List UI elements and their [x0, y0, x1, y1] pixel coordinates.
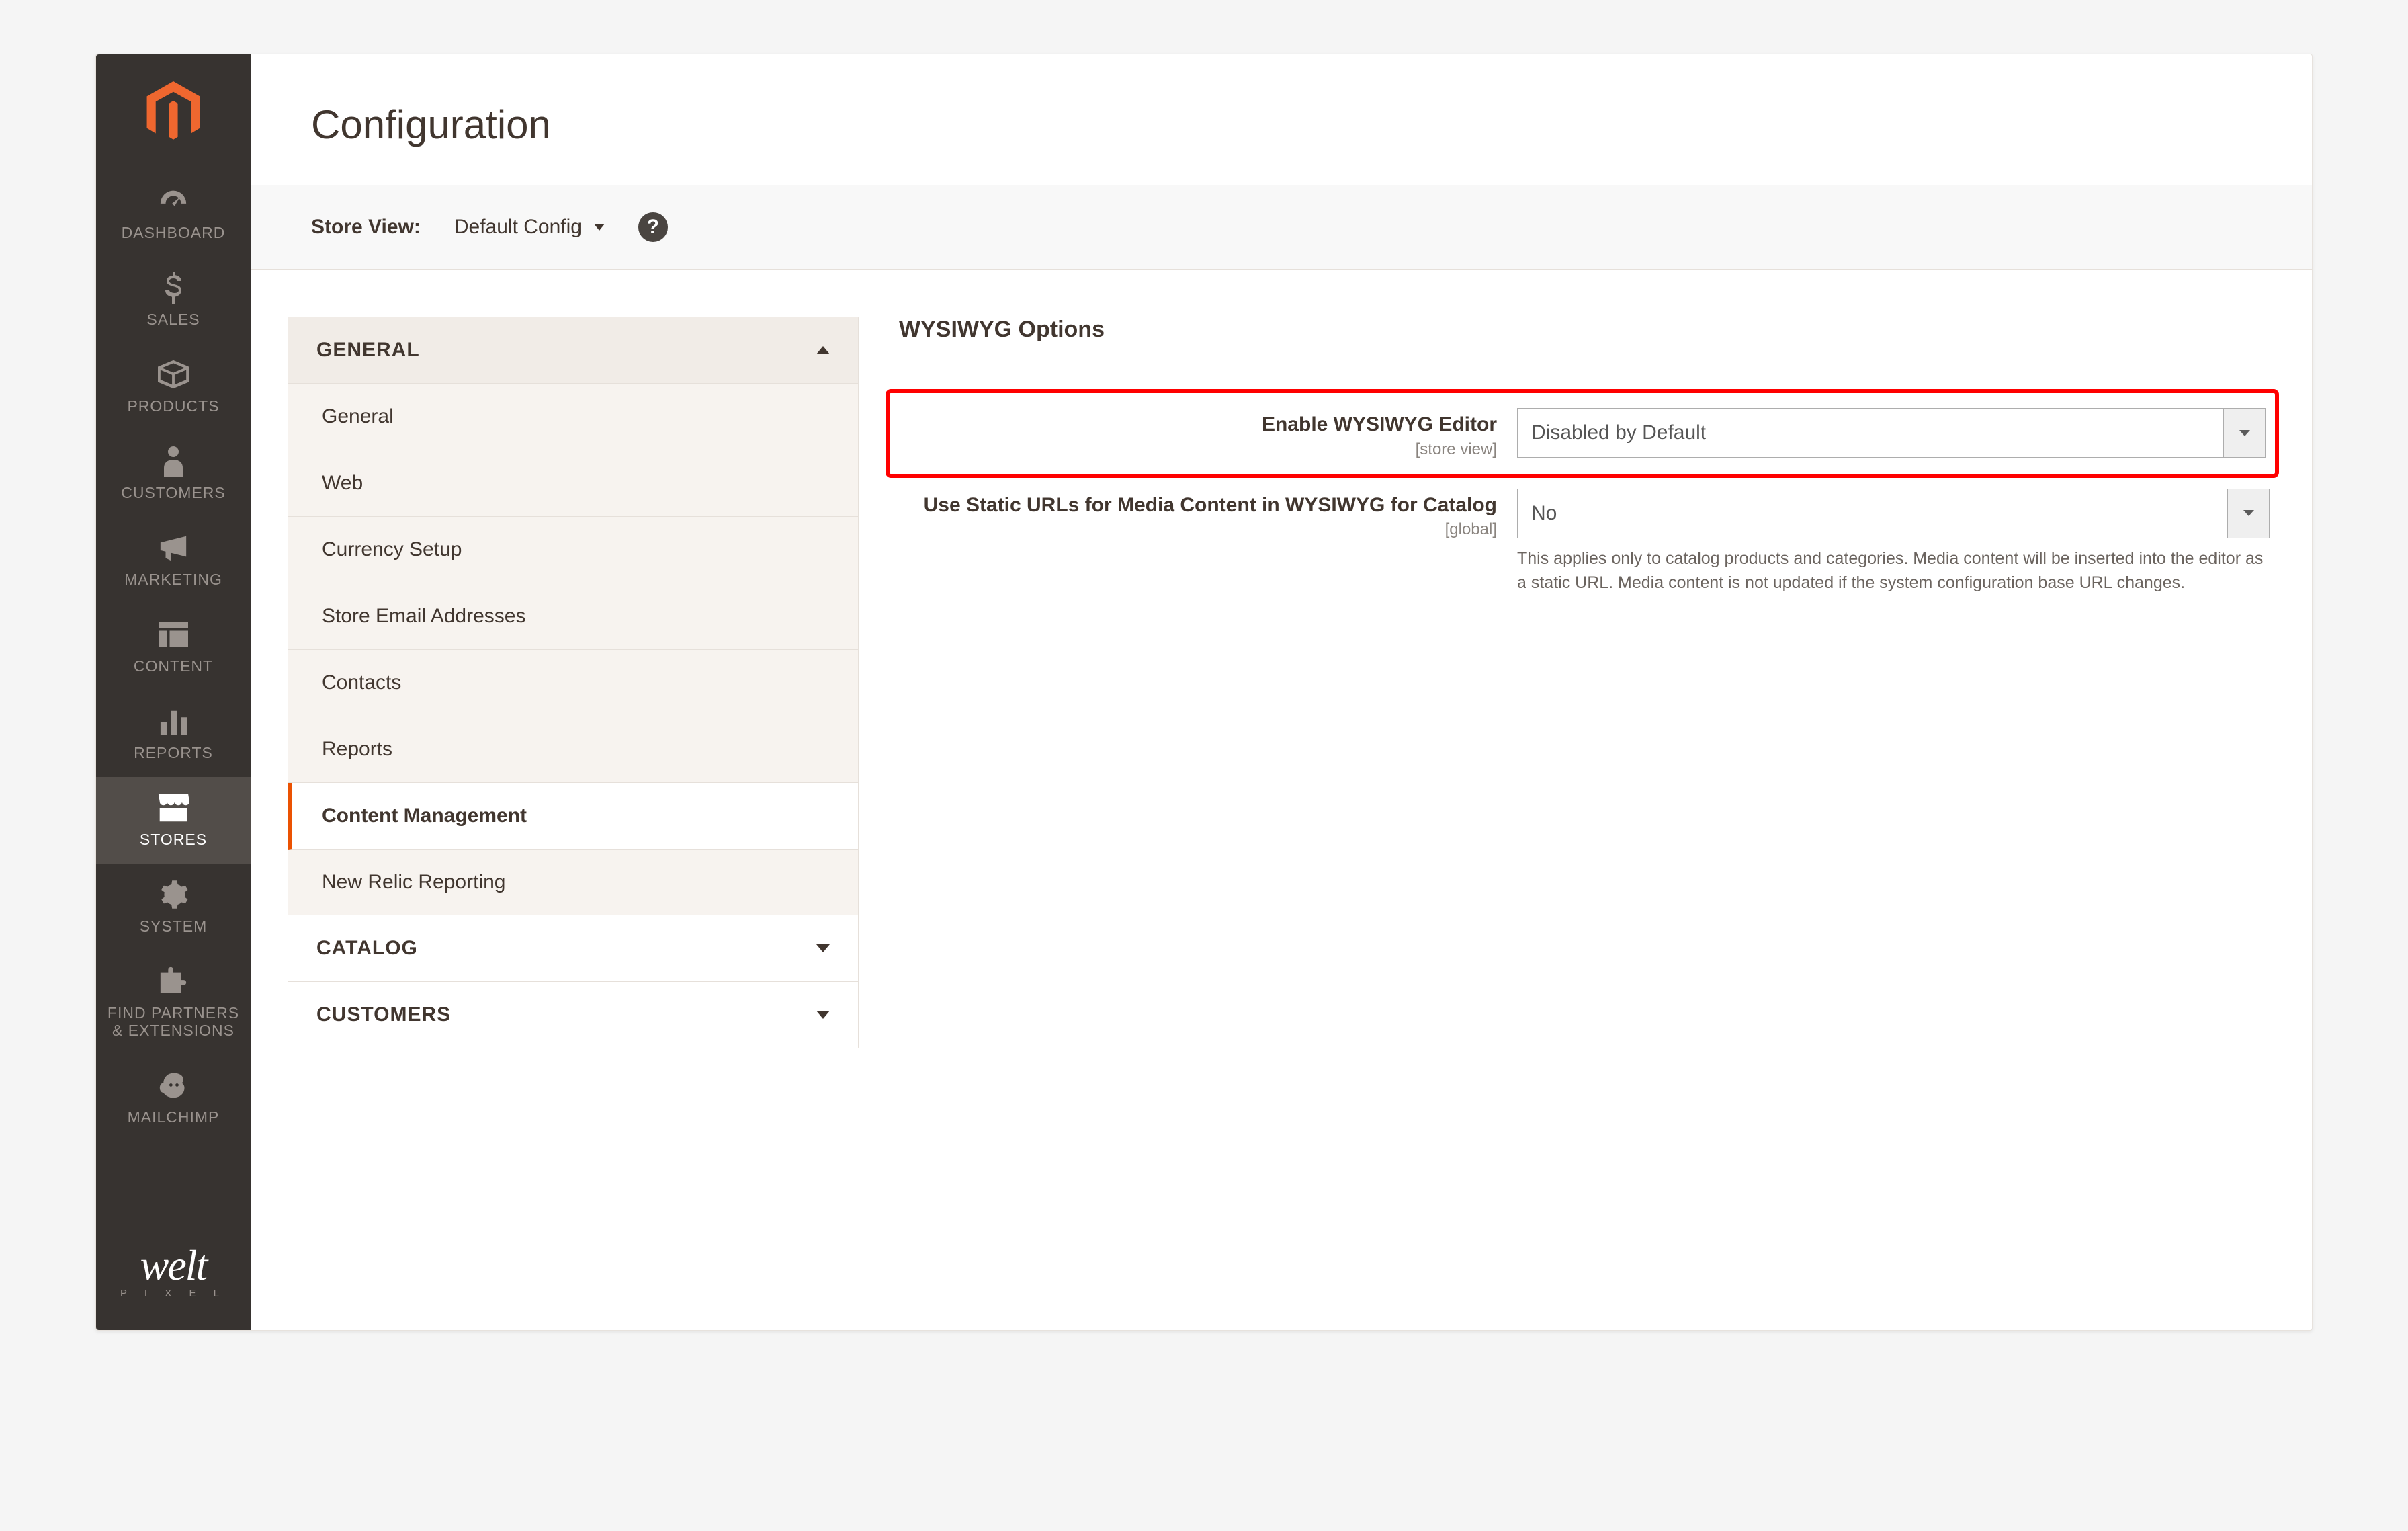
page-title: Configuration — [251, 54, 2312, 185]
nav-label: REPORTS — [134, 744, 213, 762]
caret-down-icon — [2243, 510, 2254, 516]
chevron-up-icon — [816, 346, 830, 354]
nav-label: STORES — [140, 831, 207, 849]
nav-customers[interactable]: CUSTOMERS — [96, 430, 251, 517]
field-scope: [global] — [899, 520, 1497, 539]
nav-partners[interactable]: FIND PARTNERS & EXTENSIONS — [96, 950, 251, 1054]
store-view-value: Default Config — [454, 216, 582, 239]
chevron-down-icon — [816, 944, 830, 952]
config-group-catalog[interactable]: CATALOG — [288, 915, 858, 982]
bars-icon — [159, 705, 187, 737]
store-view-label: Store View: — [311, 216, 421, 239]
main-panel: Configuration Store View: Default Config… — [251, 54, 2312, 1330]
nav-label: MARKETING — [124, 571, 222, 589]
nav-label: FIND PARTNERS & EXTENSIONS — [100, 1004, 247, 1040]
field-label: Enable WYSIWYG Editor — [1262, 413, 1497, 436]
store-view-switcher[interactable]: Default Config — [454, 216, 605, 239]
magento-logo[interactable] — [96, 71, 251, 170]
field-enable-wysiwyg: Enable WYSIWYG Editor [store view] Disab… — [890, 393, 2275, 474]
tab-currency-setup[interactable]: Currency Setup — [288, 517, 858, 583]
gear-icon — [159, 878, 188, 911]
select-value: No — [1531, 502, 1557, 525]
tab-general[interactable]: General — [288, 384, 858, 450]
nav-mailchimp[interactable]: MAILCHIMP — [96, 1054, 251, 1141]
mailchimp-icon — [159, 1069, 188, 1102]
field-static-urls: Use Static URLs for Media Content in WYS… — [899, 474, 2275, 610]
caret-down-icon — [2239, 430, 2250, 436]
nav-label: CONTENT — [134, 657, 213, 675]
tab-contacts[interactable]: Contacts — [288, 650, 858, 716]
person-icon — [163, 445, 184, 477]
gauge-icon — [158, 185, 189, 217]
nav-content[interactable]: CONTENT — [96, 604, 251, 690]
nav-label: MAILCHIMP — [128, 1108, 220, 1126]
nav-system[interactable]: SYSTEM — [96, 864, 251, 950]
tab-reports[interactable]: Reports — [288, 716, 858, 783]
brand-name: welt — [96, 1247, 251, 1284]
nav-dashboard[interactable]: DASHBOARD — [96, 170, 251, 257]
select-trigger — [2227, 489, 2269, 538]
nav-label: DASHBOARD — [122, 224, 226, 242]
config-group-general-tabs: General Web Currency Setup Store Email A… — [288, 384, 858, 915]
nav-label: CUSTOMERS — [121, 484, 226, 502]
tab-web[interactable]: Web — [288, 450, 858, 517]
config-group-general[interactable]: GENERAL — [288, 317, 858, 384]
field-scope: [store view] — [899, 440, 1497, 459]
tab-new-relic[interactable]: New Relic Reporting — [288, 850, 858, 915]
enable-wysiwyg-select[interactable]: Disabled by Default — [1517, 408, 2266, 458]
tab-store-emails[interactable]: Store Email Addresses — [288, 583, 858, 650]
config-tabs: GENERAL General Web Currency Setup Store… — [288, 317, 859, 1048]
nav-label: SYSTEM — [140, 917, 208, 936]
layout-icon — [159, 618, 188, 651]
config-form: WYSIWYG Options Enable WYSIWYG Editor [s… — [899, 317, 2275, 1048]
static-urls-select[interactable]: No — [1517, 489, 2270, 538]
tab-content-management[interactable]: Content Management — [288, 783, 858, 850]
footer-brand: welt P I X E L — [96, 1230, 251, 1330]
select-trigger — [2223, 409, 2265, 457]
select-value: Disabled by Default — [1531, 421, 1706, 444]
nav-label: PRODUCTS — [127, 397, 219, 415]
help-icon[interactable]: ? — [638, 212, 668, 242]
app-frame: DASHBOARD SALES PRODUCTS CUSTOMERS MARKE… — [95, 54, 2313, 1331]
field-label: Use Static URLs for Media Content in WYS… — [924, 494, 1497, 516]
nav-stores[interactable]: STORES — [96, 777, 251, 864]
group-label: CATALOG — [316, 937, 418, 960]
store-scope-bar: Store View: Default Config ? — [251, 185, 2312, 270]
admin-sidebar: DASHBOARD SALES PRODUCTS CUSTOMERS MARKE… — [96, 54, 251, 1330]
nav-marketing[interactable]: MARKETING — [96, 517, 251, 604]
nav-sales[interactable]: SALES — [96, 257, 251, 343]
chevron-down-icon — [816, 1011, 830, 1019]
caret-down-icon — [594, 224, 605, 231]
puzzle-icon — [158, 965, 189, 997]
group-label: GENERAL — [316, 339, 420, 362]
group-label: CUSTOMERS — [316, 1003, 451, 1026]
brand-tagline: P I X E L — [96, 1288, 251, 1299]
dollar-icon — [162, 272, 185, 304]
megaphone-icon — [158, 532, 189, 564]
box-icon — [158, 358, 189, 390]
section-title: WYSIWYG Options — [899, 317, 2275, 363]
magento-hexagon-icon — [146, 81, 200, 143]
nav-products[interactable]: PRODUCTS — [96, 343, 251, 430]
config-group-customers[interactable]: CUSTOMERS — [288, 982, 858, 1048]
field-helper: This applies only to catalog products an… — [1517, 546, 2270, 595]
storefront-icon — [157, 792, 189, 824]
nav-reports[interactable]: REPORTS — [96, 690, 251, 777]
nav-label: SALES — [146, 311, 200, 329]
